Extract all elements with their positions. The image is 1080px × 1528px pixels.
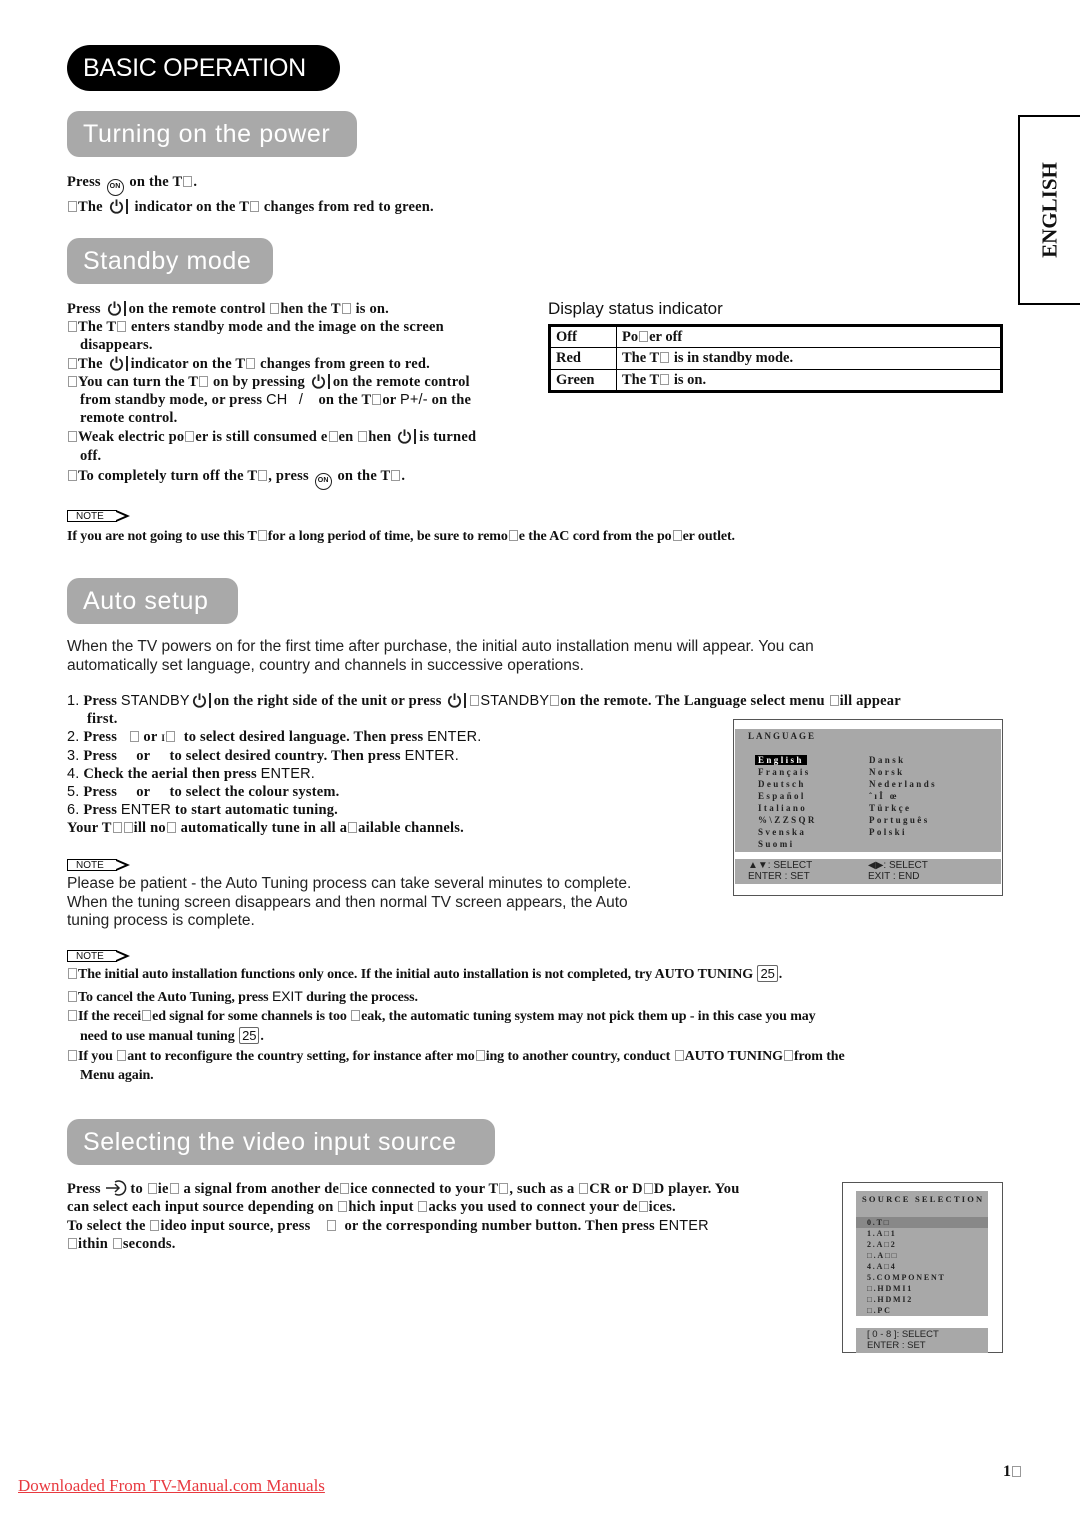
status-desc: Po er off xyxy=(616,325,1002,348)
language-tab: ENGLISH xyxy=(1018,115,1080,305)
standby-line: Press on the remote control hen the T is… xyxy=(67,301,389,317)
section-heading-standby: Standby mode xyxy=(67,238,273,284)
standby-line: disappears. xyxy=(80,337,153,354)
source-option[interactable]: 0.T□ xyxy=(867,1218,890,1227)
language-option[interactable]: Svenska xyxy=(758,827,806,837)
table-row: Red The T is in standby mode. xyxy=(549,347,1002,370)
status-state: Red xyxy=(549,347,617,370)
language-option[interactable]: Türkçe xyxy=(869,803,911,813)
section-heading-input-source: Selecting the video input source xyxy=(67,1119,495,1165)
source-selection-screen: SOURCE SELECTION 0.T□ 1.A□1 2.A□2 □.A□□ 4.A□… xyxy=(842,1182,1003,1353)
standby-line: The T enters standby mode and the image … xyxy=(67,318,537,336)
language-option[interactable]: Italiano xyxy=(758,803,807,813)
power-icon xyxy=(109,199,123,214)
power-icon xyxy=(107,301,121,316)
status-state: Green xyxy=(549,369,617,392)
table-row: Off Po er off xyxy=(549,325,1002,348)
note1-text: If you are not going to use this Tfor a … xyxy=(67,529,735,544)
standby-line: off. xyxy=(80,447,102,464)
standby-line: The indicator on the T changes from gree… xyxy=(67,355,537,373)
standby-line: To completely turn off the T, press ON o… xyxy=(67,467,537,490)
note-item: To cancel the Auto Tuning, press EXIT du… xyxy=(67,987,1007,1008)
language-option[interactable]: Français xyxy=(758,767,811,777)
source-option[interactable]: 4.A□4 xyxy=(867,1262,897,1271)
source-option[interactable]: □.HDMI1 xyxy=(867,1284,913,1293)
input-icon xyxy=(105,1180,126,1196)
power-icon xyxy=(109,356,123,371)
source-menu-title: SOURCE SELECTION xyxy=(862,1194,985,1204)
on-button-icon: ON xyxy=(106,179,124,196)
language-option[interactable]: Dansk xyxy=(869,755,906,765)
standby-line: remote control. xyxy=(80,410,178,427)
language-menu-footer: ◀▶: SELECT EXIT : END xyxy=(868,860,928,882)
source-option[interactable]: □.A□□ xyxy=(867,1251,898,1260)
auto-setup-note: Please be patient - the Auto Tuning proc… xyxy=(67,875,632,929)
standby-line: You can turn the T on by pressing on the… xyxy=(67,373,537,391)
language-menu-title: LANGUAGE xyxy=(748,731,817,741)
source-option[interactable]: □.PC xyxy=(867,1306,892,1315)
status-desc: The T is on. xyxy=(616,369,1002,392)
download-source-link[interactable]: Downloaded From TV-Manual.com Manuals xyxy=(18,1476,325,1496)
language-option[interactable]: Nederlands xyxy=(869,779,937,789)
standby-body: Press on the remote control hen the T is… xyxy=(67,300,537,490)
note-item: If you ant to reconfigure the country se… xyxy=(67,1048,1007,1067)
status-state: Off xyxy=(549,325,617,348)
input-source-body: Press to ie a signal from another de ice … xyxy=(67,1180,740,1252)
page-number: 1 xyxy=(1003,1463,1022,1481)
source-menu-footer: [ 0 - 8 ]: SELECT ENTER : SET xyxy=(867,1329,939,1351)
source-option[interactable]: 5.COMPONENT xyxy=(867,1273,946,1282)
main-heading: BASIC OPERATION xyxy=(67,45,340,91)
auto-setup-intro: When the TV powers on for the first time… xyxy=(67,638,814,674)
note-badge: NOTE xyxy=(67,950,131,962)
note-item: The initial auto installation functions … xyxy=(67,965,1007,985)
language-option[interactable]: %\ZZSQR xyxy=(758,815,817,825)
status-desc: The T is in standby mode. xyxy=(616,347,1002,370)
language-option[interactable]: Deutsch xyxy=(758,779,806,789)
step-item: 1. Press STANDBY on the right side of the… xyxy=(67,693,901,709)
language-option[interactable]: Norsk xyxy=(869,767,905,777)
note-badge: NOTE xyxy=(67,859,131,871)
language-menu-footer: ▲▼: SELECT ENTER : SET xyxy=(748,860,813,882)
power-icon xyxy=(448,693,462,708)
language-option[interactable]: ˆıİ œ xyxy=(869,791,899,801)
status-indicator-table: Off Po er off Red The T is in standby mod… xyxy=(548,324,1003,393)
turning-on-body: Press ON on the T. The indicator on the … xyxy=(67,174,434,215)
note-item: If the recei ed signal for some channels … xyxy=(67,1008,1007,1027)
section-heading-turning-on: Turning on the power xyxy=(67,111,357,157)
power-icon xyxy=(311,374,325,389)
source-option[interactable]: 1.A□1 xyxy=(867,1229,897,1238)
language-option[interactable]: Suomi xyxy=(758,839,795,849)
on-button-icon: ON xyxy=(314,472,332,490)
page-ref[interactable]: 25 xyxy=(239,1026,260,1044)
source-option[interactable]: 2.A□2 xyxy=(867,1240,897,1249)
language-option[interactable]: Polski xyxy=(869,827,907,837)
language-option[interactable]: English xyxy=(755,755,807,765)
standby-line: Weak electric po er is still consumed e en… xyxy=(67,428,537,446)
language-tab-label: ENGLISH xyxy=(1037,162,1062,258)
standby-line: from standby mode, or press CH / on the … xyxy=(80,392,472,409)
table-row: Green The T is on. xyxy=(549,369,1002,392)
power-icon xyxy=(192,693,206,708)
source-option[interactable]: □.HDMI2 xyxy=(867,1295,913,1304)
language-option[interactable]: Español xyxy=(758,791,806,801)
language-menu-screen: LANGUAGE English Français Deutsch Español It… xyxy=(733,719,1003,896)
language-option[interactable]: Português xyxy=(869,815,930,825)
power-icon xyxy=(398,429,412,445)
status-indicator-title: Display status indicator xyxy=(548,299,723,318)
page-ref[interactable]: 25 xyxy=(757,965,778,982)
section-heading-auto-setup: Auto setup xyxy=(67,578,238,624)
note2-list: The initial auto installation functions … xyxy=(67,965,1007,1085)
note-badge: NOTE xyxy=(67,510,131,522)
